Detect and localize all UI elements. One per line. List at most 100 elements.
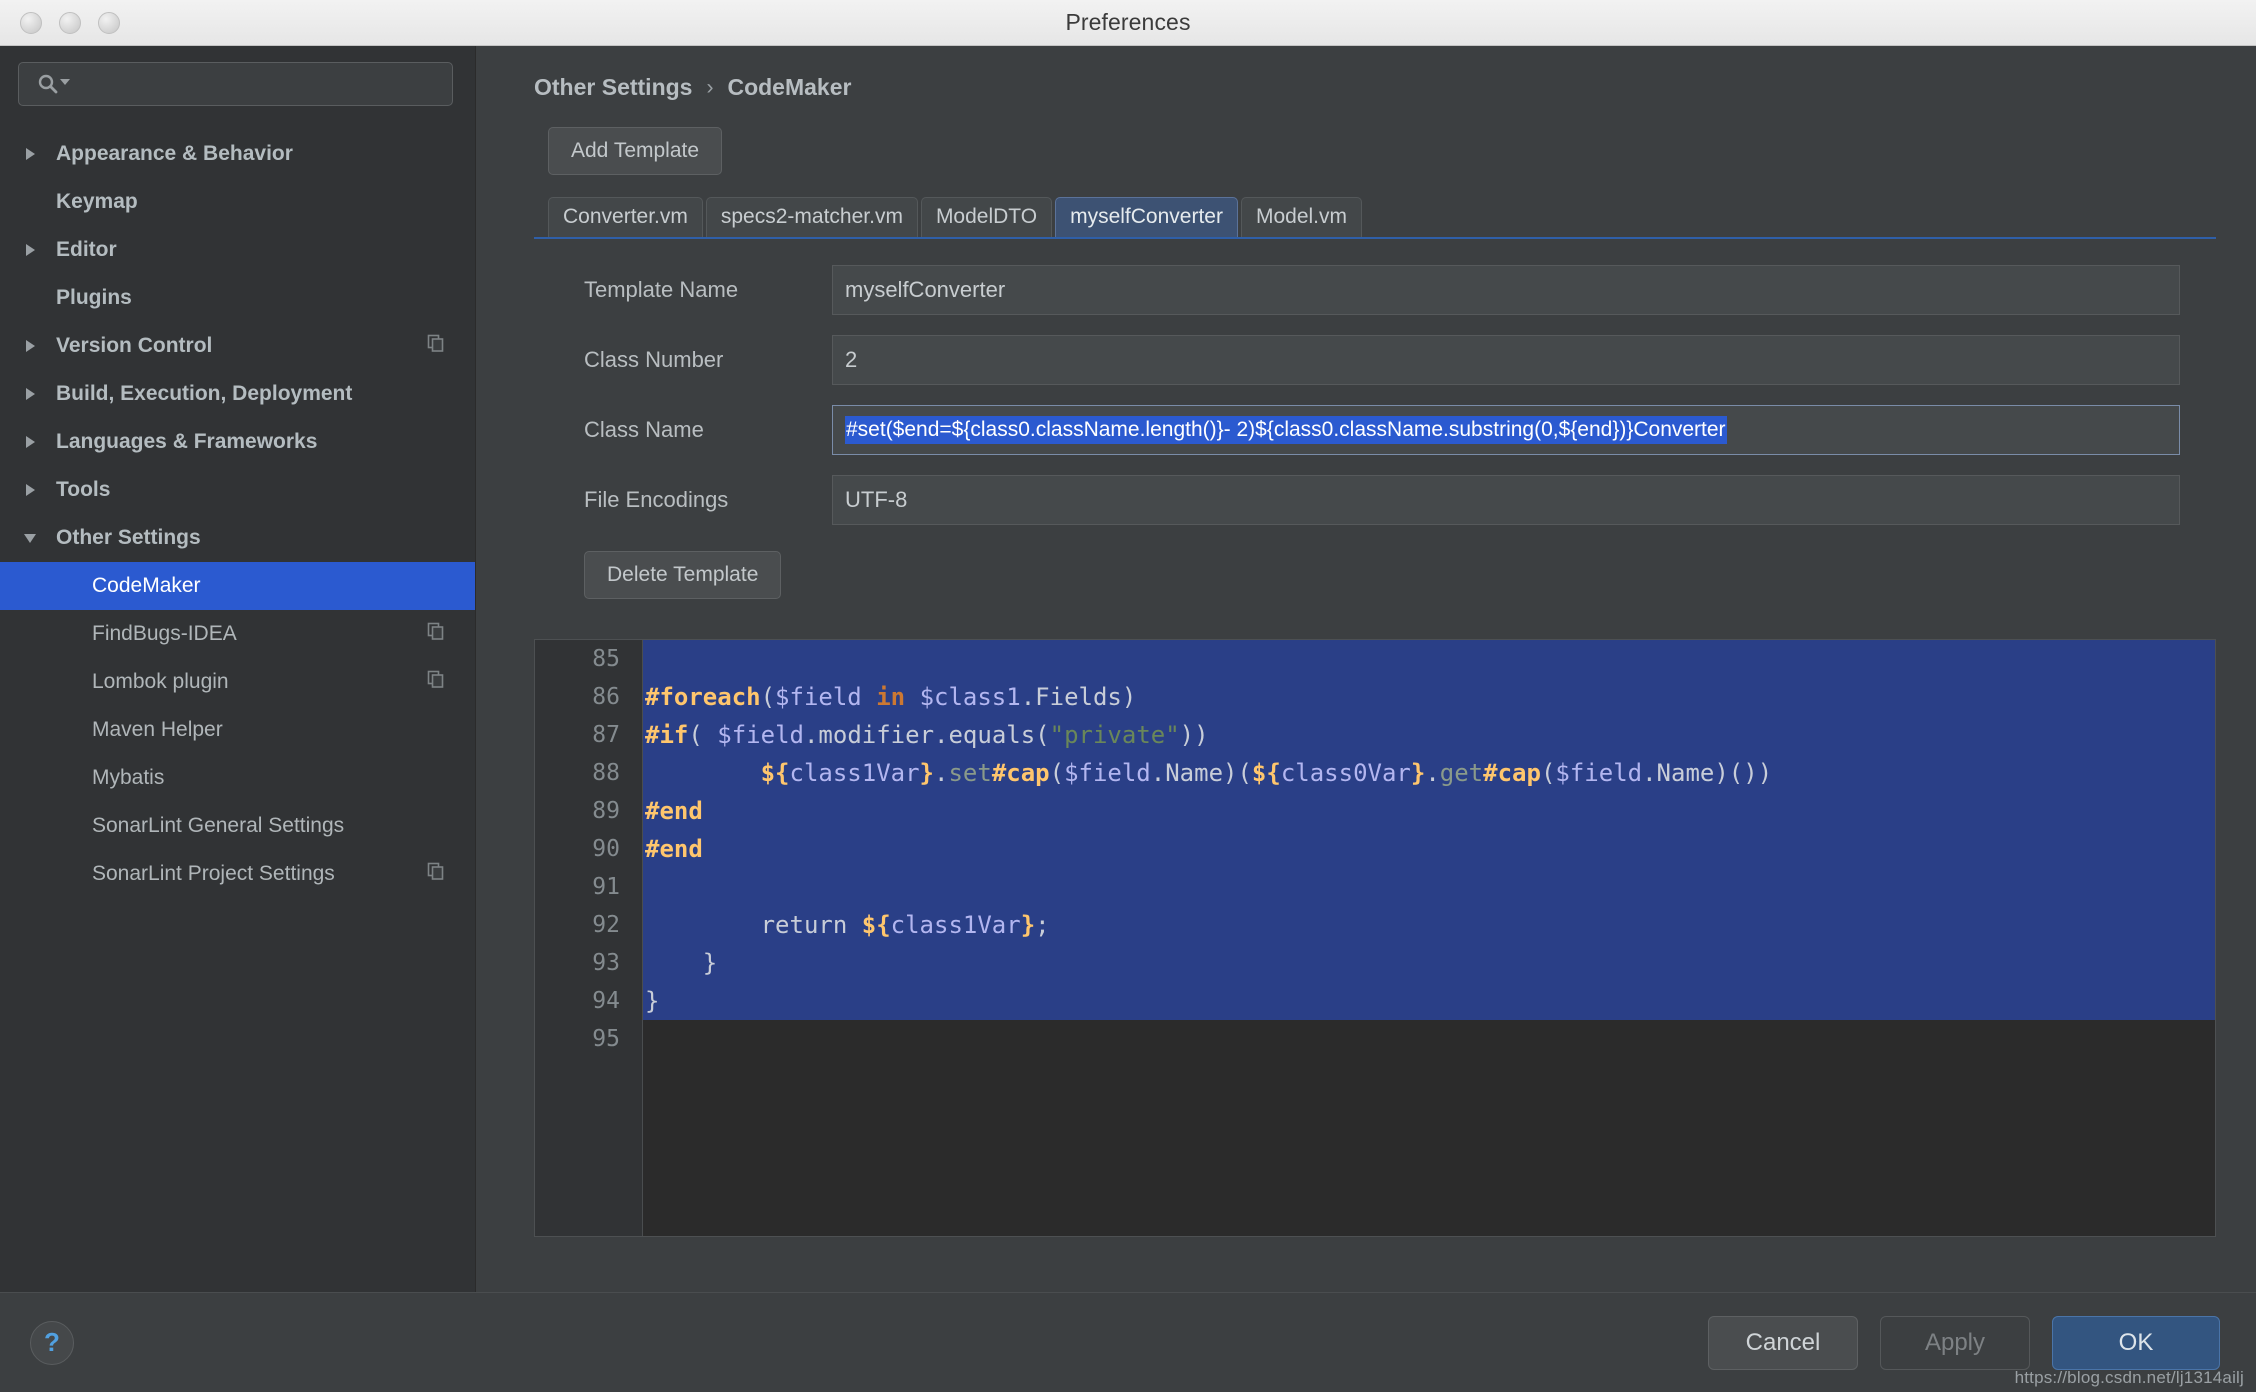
editor-code-area[interactable]: #foreach($field in $class1.Fields)#if( $… (643, 640, 2215, 1236)
sidebar-item-version-control[interactable]: Version Control (0, 322, 475, 370)
sidebar-item-label: Editor (56, 238, 475, 262)
template-code-editor[interactable]: 8586878889909192939495 #foreach($field i… (534, 639, 2216, 1237)
sidebar-item-label: Maven Helper (92, 718, 475, 742)
code-line: #if( $field.modifier.equals("private")) (643, 716, 2215, 754)
code-token: } (645, 949, 717, 977)
code-token: } (1411, 759, 1425, 787)
chevron-right-icon[interactable] (22, 242, 52, 258)
sidebar-item-plugins[interactable]: Plugins (0, 274, 475, 322)
code-token: return (645, 911, 862, 939)
field-input-class-name[interactable]: #set($end=${class0.className.length()}- … (832, 405, 2180, 455)
field-value: myselfConverter (845, 277, 1005, 303)
line-number: 85 (535, 640, 620, 678)
sidebar-item-tools[interactable]: Tools (0, 466, 475, 514)
tab-myselfconverter[interactable]: myselfConverter (1055, 197, 1238, 237)
code-line (643, 640, 2215, 678)
sidebar-item-other-settings[interactable]: Other Settings (0, 514, 475, 562)
line-number: 91 (535, 868, 620, 906)
sidebar-search-wrap (0, 46, 475, 118)
chevron-right-icon[interactable] (22, 386, 52, 402)
copy-settings-icon[interactable] (427, 670, 445, 694)
sidebar-item-build-execution-deployment[interactable]: Build, Execution, Deployment (0, 370, 475, 418)
sidebar-item-languages-frameworks[interactable]: Languages & Frameworks (0, 418, 475, 466)
line-number: 87 (535, 716, 620, 754)
search-box[interactable] (18, 62, 453, 106)
tab-specs2-matcher-vm[interactable]: specs2-matcher.vm (706, 197, 918, 237)
code-line: #end (643, 792, 2215, 830)
sidebar-item-label: Tools (56, 478, 475, 502)
breadcrumb-separator-icon: › (706, 76, 713, 100)
sidebar-item-keymap[interactable]: Keymap (0, 178, 475, 226)
field-row: File EncodingsUTF-8 (534, 475, 2216, 525)
sidebar-item-label: CodeMaker (92, 574, 475, 598)
code-token: ( (1035, 721, 1049, 749)
window-title: Preferences (0, 9, 2256, 36)
tab-modeldto[interactable]: ModelDTO (921, 197, 1052, 237)
sidebar-item-label: Version Control (56, 334, 427, 358)
cancel-button[interactable]: Cancel (1708, 1316, 1858, 1370)
chevron-right-icon[interactable] (22, 338, 52, 354)
delete-template-button[interactable]: Delete Template (584, 551, 781, 599)
sidebar-item-editor[interactable]: Editor (0, 226, 475, 274)
code-token: . (934, 759, 948, 787)
footer-buttons: Cancel Apply OK (1708, 1316, 2220, 1370)
sidebar-item-mybatis[interactable]: Mybatis (0, 754, 475, 802)
code-token: #foreach (645, 683, 761, 711)
field-input-template-name[interactable]: myselfConverter (832, 265, 2180, 315)
apply-button[interactable]: Apply (1880, 1316, 2030, 1370)
line-number: 90 (535, 830, 620, 868)
code-token: } (645, 987, 659, 1015)
ok-button[interactable]: OK (2052, 1316, 2220, 1370)
code-line: return ${class1Var}; (643, 906, 2215, 944)
sidebar-item-label: SonarLint Project Settings (92, 862, 427, 886)
code-token: #cap (1483, 759, 1541, 787)
sidebar-item-lombok-plugin[interactable]: Lombok plugin (0, 658, 475, 706)
field-row: Class Name#set($end=${class0.className.l… (534, 405, 2216, 455)
sidebar-item-sonarlint-project-settings[interactable]: SonarLint Project Settings (0, 850, 475, 898)
chevron-down-icon[interactable] (22, 530, 52, 546)
code-line: } (643, 944, 2215, 982)
breadcrumb-root[interactable]: Other Settings (534, 74, 692, 101)
preferences-window: Preferences Appearan (0, 0, 2256, 1392)
sidebar-item-findbugs-idea[interactable]: FindBugs-IDEA (0, 610, 475, 658)
code-token: .modifier (804, 721, 934, 749)
copy-settings-icon[interactable] (427, 334, 445, 358)
chevron-right-icon[interactable] (22, 146, 52, 162)
code-token: in (876, 683, 905, 711)
sidebar-item-label: Languages & Frameworks (56, 430, 475, 454)
search-input[interactable] (71, 73, 440, 96)
code-token: } (920, 759, 934, 787)
code-token: ${ (761, 759, 790, 787)
add-template-button[interactable]: Add Template (548, 127, 722, 175)
tab-model-vm[interactable]: Model.vm (1241, 197, 1362, 237)
chevron-right-icon[interactable] (22, 482, 52, 498)
code-line (643, 1020, 2215, 1058)
line-number: 88 (535, 754, 620, 792)
sidebar-item-label: Other Settings (56, 526, 475, 550)
sidebar-item-sonarlint-general-settings[interactable]: SonarLint General Settings (0, 802, 475, 850)
code-line: #foreach($field in $class1.Fields) (643, 678, 2215, 716)
code-token: .equals (934, 721, 1035, 749)
code-token: $field (717, 721, 804, 749)
field-input-class-number[interactable]: 2 (832, 335, 2180, 385)
sidebar-item-appearance-behavior[interactable]: Appearance & Behavior (0, 130, 475, 178)
chevron-down-icon[interactable] (59, 75, 71, 93)
sidebar-item-label: Plugins (56, 286, 475, 310)
copy-settings-icon[interactable] (427, 622, 445, 646)
code-token: class1Var (790, 759, 920, 787)
code-token: ) (1122, 683, 1136, 711)
sidebar-item-maven-helper[interactable]: Maven Helper (0, 706, 475, 754)
field-input-file-encodings[interactable]: UTF-8 (832, 475, 2180, 525)
sidebar-item-codemaker[interactable]: CodeMaker (0, 562, 475, 610)
chevron-right-icon[interactable] (22, 434, 52, 450)
sidebar-item-label: Keymap (56, 190, 475, 214)
copy-settings-icon[interactable] (427, 862, 445, 886)
code-token: )()) (1714, 759, 1772, 787)
tab-converter-vm[interactable]: Converter.vm (548, 197, 703, 237)
breadcrumb: Other Settings › CodeMaker (476, 46, 2256, 101)
code-token: ( (761, 683, 775, 711)
code-token: "private" (1050, 721, 1180, 749)
code-token: } (1021, 911, 1035, 939)
help-icon[interactable]: ? (30, 1321, 74, 1365)
title-bar: Preferences (0, 0, 2256, 46)
